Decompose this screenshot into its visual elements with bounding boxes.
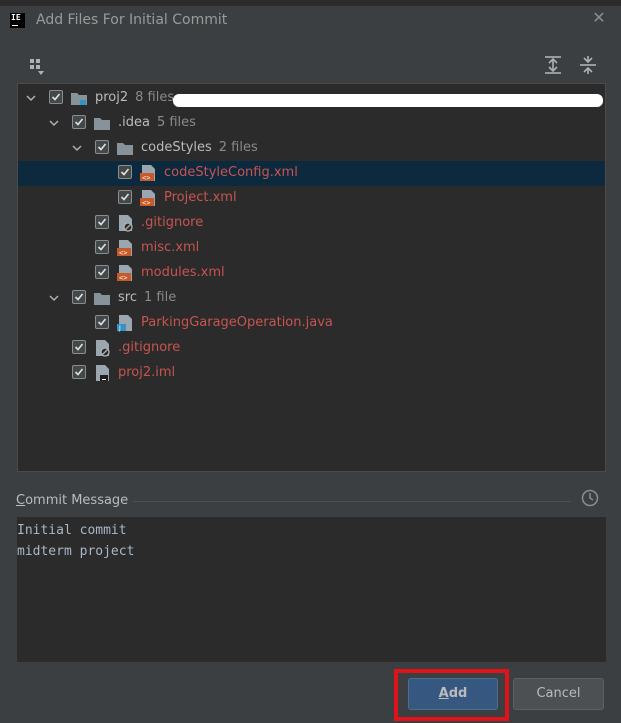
- file-count-hint: 2 files: [218, 140, 258, 155]
- java-file-icon: J: [116, 314, 134, 332]
- tree-checkbox[interactable]: [49, 90, 63, 104]
- svg-text:<>: <>: [119, 249, 127, 257]
- chevron-down-icon[interactable]: [48, 117, 60, 129]
- tree-row[interactable]: <> codeStyleConfig.xml: [18, 161, 605, 186]
- tree-item-label: modules.xml: [141, 265, 225, 280]
- tree-checkbox[interactable]: [95, 215, 109, 229]
- file-name: .gitignore: [141, 215, 204, 230]
- tree-checkbox[interactable]: [72, 340, 86, 354]
- tree-row[interactable]: proj2.iml: [18, 361, 605, 386]
- file-name: codeStyleConfig.xml: [164, 165, 298, 180]
- svg-text:<>: <>: [142, 199, 150, 207]
- commit-message-input[interactable]: Initial commit midterm project: [17, 517, 606, 662]
- top-strip: [0, 0, 621, 6]
- tree-checkbox[interactable]: [95, 240, 109, 254]
- changes-tree[interactable]: proj2 8 files .idea 5 files codeStyles 2 file…: [17, 83, 606, 472]
- tree-checkbox[interactable]: [118, 190, 132, 204]
- ignore-file-icon: [93, 339, 111, 357]
- file-name: codeStyles: [141, 140, 212, 155]
- tree-checkbox[interactable]: [72, 115, 86, 129]
- tree-row[interactable]: <> modules.xml: [18, 261, 605, 286]
- tree-item-label: src 1 file: [118, 290, 176, 305]
- file-name: proj2.iml: [118, 365, 176, 380]
- expand-all-icon[interactable]: [543, 55, 563, 75]
- file-name: modules.xml: [141, 265, 225, 280]
- tree-checkbox[interactable]: [118, 165, 132, 179]
- tree-row[interactable]: <> misc.xml: [18, 236, 605, 261]
- tree-row[interactable]: codeStyles 2 files: [18, 136, 605, 161]
- folder-icon: [93, 289, 111, 307]
- tree-item-label: codeStyleConfig.xml: [164, 165, 298, 180]
- file-count-hint: 8 files: [135, 90, 175, 105]
- tree-row[interactable]: J ParkingGarageOperation.java: [18, 311, 605, 336]
- svg-text:<>: <>: [142, 174, 150, 182]
- iml-file-icon: [93, 364, 111, 382]
- tree-checkbox[interactable]: [95, 140, 109, 154]
- tree-checkbox[interactable]: [95, 315, 109, 329]
- annotation-highlight-box: [394, 669, 509, 721]
- dialog-title: Add Files For Initial Commit: [36, 12, 228, 28]
- tree-item-label: proj2 8 files: [95, 90, 174, 105]
- commit-message-line: Initial commit: [17, 523, 127, 538]
- file-name: src: [118, 290, 137, 305]
- xml-file-icon: <>: [139, 164, 157, 182]
- folder-icon: [116, 139, 134, 157]
- commit-message-line: midterm project: [17, 544, 135, 559]
- commit-message-label: Commit Message: [16, 493, 129, 508]
- file-name: .gitignore: [118, 340, 181, 355]
- file-name: ParkingGarageOperation.java: [141, 315, 333, 330]
- separator: [133, 501, 571, 502]
- tree-item-label: ParkingGarageOperation.java: [141, 315, 333, 330]
- tree-item-label: .gitignore: [118, 340, 180, 355]
- file-name: Project.xml: [164, 190, 237, 205]
- svg-text:<>: <>: [119, 274, 127, 282]
- file-name: .idea: [118, 115, 150, 130]
- history-icon[interactable]: [581, 489, 599, 507]
- svg-text:J: J: [118, 325, 121, 332]
- tree-row[interactable]: .idea 5 files: [18, 111, 605, 136]
- xml-file-icon: <>: [116, 239, 134, 257]
- chevron-down-icon[interactable]: [48, 292, 60, 304]
- ignore-file-icon: [116, 214, 134, 232]
- tree-checkbox[interactable]: [95, 265, 109, 279]
- xml-file-icon: <>: [139, 189, 157, 207]
- file-name: proj2: [95, 90, 129, 105]
- tree-item-label: .idea 5 files: [118, 115, 196, 130]
- tree-item-label: codeStyles 2 files: [141, 140, 258, 155]
- file-name: misc.xml: [141, 240, 200, 255]
- cancel-button[interactable]: Cancel: [513, 678, 604, 710]
- tree-item-label: proj2.iml: [118, 365, 175, 380]
- file-count-hint: 5 files: [156, 115, 196, 130]
- chevron-down-icon[interactable]: [25, 92, 37, 104]
- tree-row[interactable]: src 1 file: [18, 286, 605, 311]
- intellij-app-icon: IE: [10, 13, 25, 28]
- tree-item-label: .gitignore: [141, 215, 203, 230]
- tree-row[interactable]: .gitignore: [18, 336, 605, 361]
- module-folder-icon: [70, 89, 88, 107]
- tree-checkbox[interactable]: [72, 365, 86, 379]
- xml-file-icon: <>: [116, 264, 134, 282]
- tree-item-label: misc.xml: [141, 240, 199, 255]
- group-by-icon[interactable]: [28, 57, 48, 77]
- tree-item-label: Project.xml: [164, 190, 237, 205]
- close-icon[interactable]: ✕: [591, 10, 607, 26]
- folder-icon: [93, 114, 111, 132]
- tree-checkbox[interactable]: [72, 290, 86, 304]
- redaction-bar: [173, 94, 603, 107]
- chevron-down-icon[interactable]: [71, 142, 83, 154]
- tree-row[interactable]: proj2 8 files: [18, 86, 605, 111]
- tree-row[interactable]: <> Project.xml: [18, 186, 605, 211]
- tree-row[interactable]: .gitignore: [18, 211, 605, 236]
- file-count-hint: 1 file: [143, 290, 177, 305]
- collapse-all-icon[interactable]: [578, 55, 598, 75]
